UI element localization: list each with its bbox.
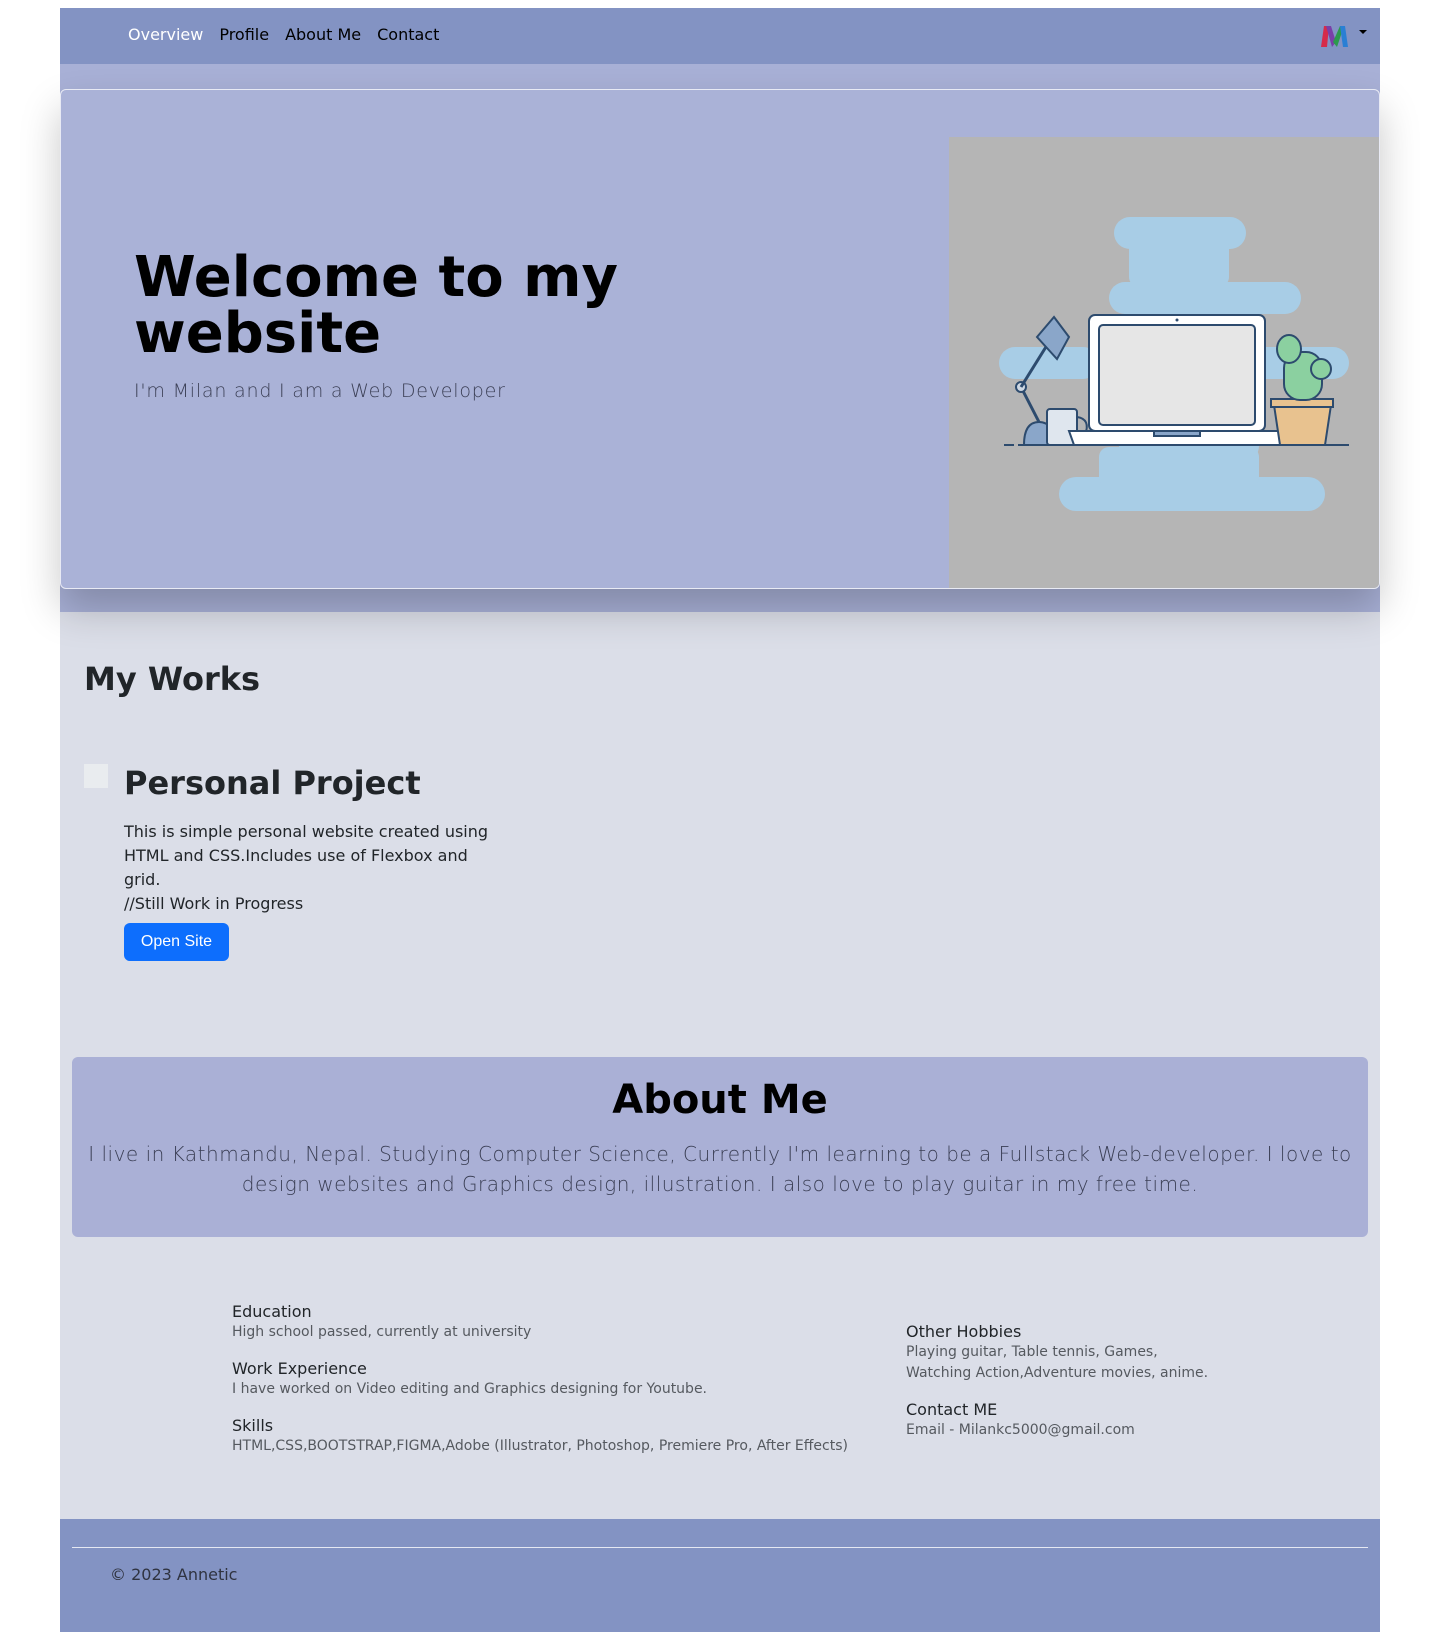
- page: Overview Profile About Me Contact Welcom…: [60, 8, 1380, 1632]
- info-body: High school passed, currently at univers…: [232, 1324, 532, 1340]
- desk-illustration: [949, 137, 1379, 588]
- info-item-contact: Contact ME Email - Milankc5000@gmail.com: [906, 1400, 1226, 1441]
- hero-card: Welcome to my website I'm Milan and I am…: [60, 89, 1380, 589]
- nav-links: Overview Profile About Me Contact: [128, 25, 439, 44]
- project-description-text: This is simple personal website created …: [124, 822, 489, 889]
- hero-title: Welcome to my website: [134, 245, 619, 366]
- info-body: Email - Milankc5000@gmail.com: [906, 1422, 1135, 1438]
- footer-copyright: © 2023 Annetic: [110, 1565, 238, 1584]
- about-text: I live in Kathmandu, Nepal. Studying Com…: [88, 1142, 1352, 1196]
- info-heading: Skills: [232, 1416, 274, 1435]
- info-left-column: Education High school passed, currently …: [232, 1302, 872, 1473]
- works-heading: My Works: [84, 660, 261, 698]
- nav-link-about-me[interactable]: About Me: [285, 25, 361, 44]
- logo-m-icon[interactable]: [1318, 22, 1350, 50]
- info-heading: Education: [232, 1302, 312, 1321]
- project-thumbnail-icon: [84, 764, 108, 788]
- open-site-button[interactable]: Open Site: [124, 923, 229, 961]
- info-heading: Other Hobbies: [906, 1322, 1022, 1341]
- project-note: //Still Work in Progress: [124, 894, 304, 913]
- navbar: Overview Profile About Me Contact: [60, 8, 1380, 64]
- project-description: This is simple personal website created …: [124, 820, 504, 916]
- about-section: About Me I live in Kathmandu, Nepal. Stu…: [72, 1057, 1368, 1237]
- footer: © 2023 Annetic: [60, 1519, 1380, 1632]
- info-item-skills: Skills HTML,CSS,BOOTSTRAP,FIGMA,Adobe (I…: [232, 1416, 872, 1457]
- nav-link-contact[interactable]: Contact: [377, 25, 439, 44]
- info-body: I have worked on Video editing and Graph…: [232, 1381, 708, 1397]
- info-item-work-experience: Work Experience I have worked on Video e…: [232, 1359, 872, 1400]
- info-body: Playing guitar, Table tennis, Games, Wat…: [906, 1344, 1209, 1381]
- about-title: About Me: [612, 1077, 828, 1123]
- project-title: Personal Project: [124, 764, 421, 802]
- hero-subtitle: I'm Milan and I am a Web Developer: [134, 380, 506, 402]
- nav-link-profile[interactable]: Profile: [219, 25, 269, 44]
- footer-divider: [72, 1547, 1368, 1548]
- info-right-column: Other Hobbies Playing guitar, Table tenn…: [906, 1322, 1226, 1457]
- info-heading: Contact ME: [906, 1400, 998, 1419]
- nav-link-overview[interactable]: Overview: [128, 25, 203, 44]
- caret-down-icon[interactable]: [1359, 30, 1367, 34]
- info-heading: Work Experience: [232, 1359, 367, 1378]
- info-item-education: Education High school passed, currently …: [232, 1302, 872, 1343]
- info-body: HTML,CSS,BOOTSTRAP,FIGMA,Adobe (Illustra…: [232, 1438, 848, 1454]
- info-item-hobbies: Other Hobbies Playing guitar, Table tenn…: [906, 1322, 1226, 1384]
